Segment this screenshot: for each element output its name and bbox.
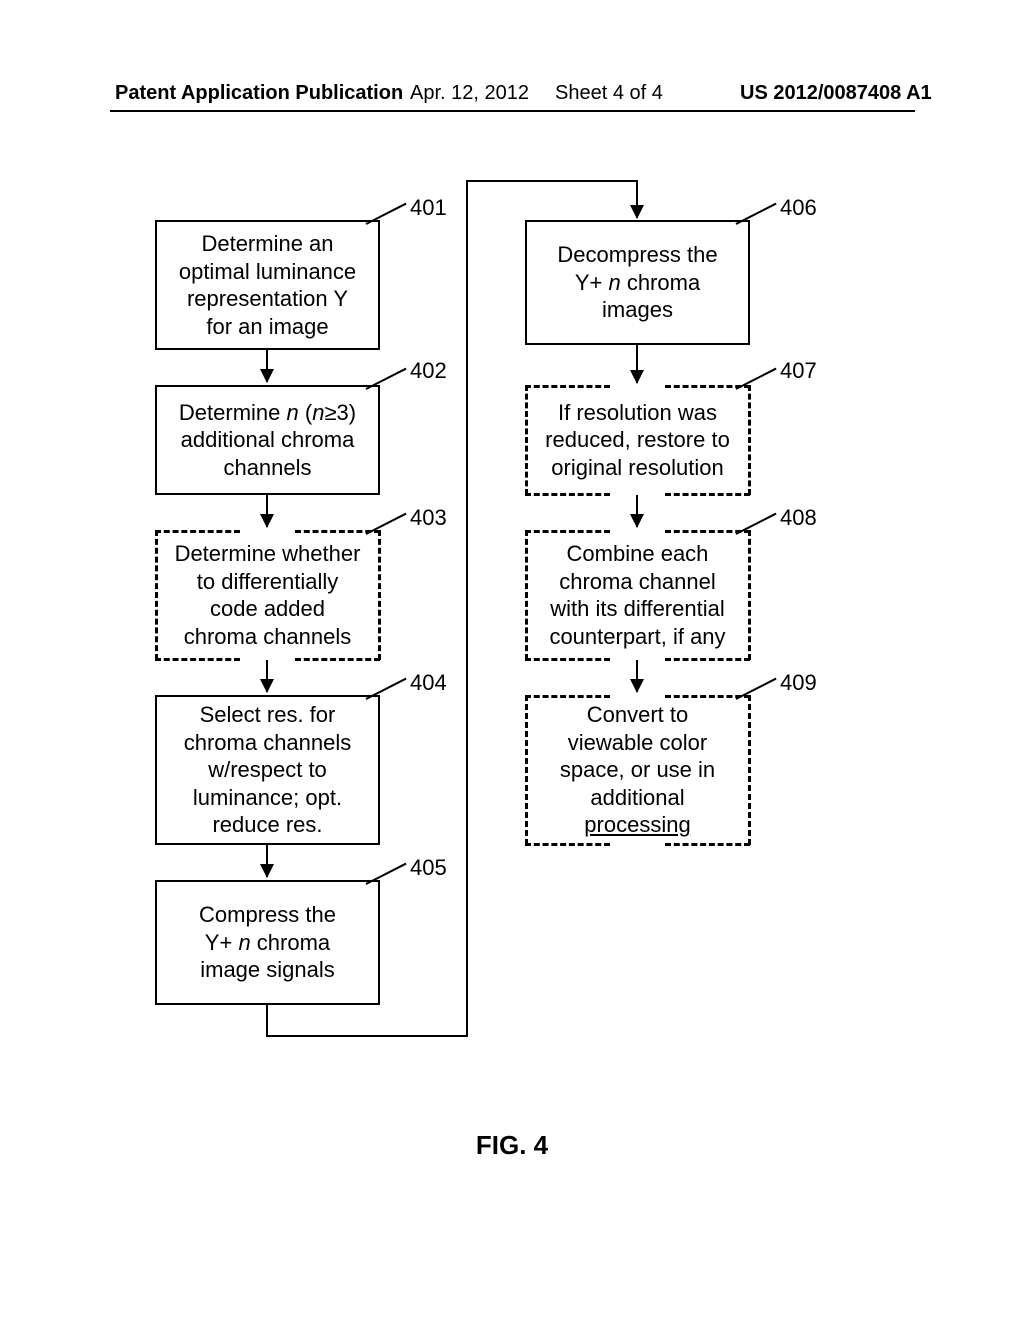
step-401: Determine an optimal luminance represent… [155,220,380,350]
box-text: chroma [621,270,700,295]
header-rule [110,110,915,112]
arrow-down-icon [266,495,268,527]
ref-label-409: 409 [780,670,817,696]
box-text: image signals [200,957,335,982]
box-text: Compress the [199,902,336,927]
step-406: Decompress the Y+ n chroma images [525,220,750,345]
box-text: with its differential [550,596,724,621]
step-404: Select res. for chroma channels w/respec… [155,695,380,845]
box-text: code added [210,596,325,621]
box-text: Y+ [205,930,239,955]
step-409: Convert to viewable color space, or use … [525,695,750,845]
ref-label-401: 401 [410,195,447,221]
box-text: chroma channels [184,730,352,755]
box-text: n [312,400,324,425]
step-403: Determine whether to differentially code… [155,530,380,660]
arrow-down-icon [636,495,638,527]
arrow-down-icon [266,845,268,877]
box-text: w/respect to [208,757,327,782]
ref-label-407: 407 [780,358,817,384]
figure-caption: FIG. 4 [0,1130,1024,1161]
box-text: n [608,270,620,295]
box-text: n [238,930,250,955]
box-text: n [287,400,299,425]
leader-line [736,678,777,700]
box-text: ( [299,400,312,425]
header-pubno: US 2012/0087408 A1 [740,82,932,105]
box-text: reduced, restore to [545,427,730,452]
connector-line [466,180,468,1037]
box-text: chroma channels [184,624,352,649]
leader-line [366,678,407,700]
box-text: luminance; opt. [193,785,342,810]
box-text: chroma [251,930,330,955]
box-text: reduce res. [212,812,322,837]
arrow-down-icon [636,180,638,218]
box-text: representation Y [187,286,348,311]
box-text: Y+ [575,270,609,295]
connector-line [466,180,636,182]
box-text: Determine [179,400,287,425]
box-text: viewable color [568,730,707,755]
ref-label-404: 404 [410,670,447,696]
box-text: chroma channel [559,569,716,594]
step-407: If resolution was reduced, restore to or… [525,385,750,495]
ref-label-403: 403 [410,505,447,531]
leader-line [366,203,407,225]
flowchart: Determine an optimal luminance represent… [0,180,1024,1180]
step-405: Compress the Y+ n chroma image signals [155,880,380,1005]
ref-label-405: 405 [410,855,447,881]
connector-line [266,1035,466,1037]
arrow-down-icon [266,660,268,692]
box-text: If resolution was [558,400,717,425]
leader-line [736,368,777,390]
leader-line [366,368,407,390]
box-text: Select res. for [200,702,336,727]
arrow-down-icon [636,345,638,383]
box-text: Combine each [567,541,709,566]
arrow-down-icon [266,350,268,382]
connector-line [266,1005,268,1035]
box-text: additional chroma [181,427,355,452]
box-text: images [602,297,673,322]
ref-label-408: 408 [780,505,817,531]
box-text: Determine an [201,231,333,256]
box-text: to differentially [197,569,338,594]
step-408: Combine each chroma channel with its dif… [525,530,750,660]
header-sheet: Sheet 4 of 4 [555,82,663,105]
step-402: Determine n (n≥3) additional chroma chan… [155,385,380,495]
header-date: Apr. 12, 2012 [410,82,529,105]
box-text: space, or use in [560,757,715,782]
box-text: ≥3) [324,400,356,425]
box-text: original resolution [551,455,723,480]
box-text: for an image [206,314,328,339]
box-text: additional [590,785,684,810]
ref-label-406: 406 [780,195,817,221]
box-text: processing [584,812,690,837]
leader-line [366,863,407,885]
box-text: channels [223,455,311,480]
box-text: Convert to [587,702,689,727]
arrow-down-icon [636,660,638,692]
ref-label-402: 402 [410,358,447,384]
leader-line [366,513,407,535]
box-text: optimal luminance [179,259,356,284]
leader-line [736,203,777,225]
leader-line [736,513,777,535]
box-text: Decompress the [557,242,717,267]
header-left: Patent Application Publication [115,82,403,105]
box-text: counterpart, if any [549,624,725,649]
box-text: Determine whether [175,541,361,566]
